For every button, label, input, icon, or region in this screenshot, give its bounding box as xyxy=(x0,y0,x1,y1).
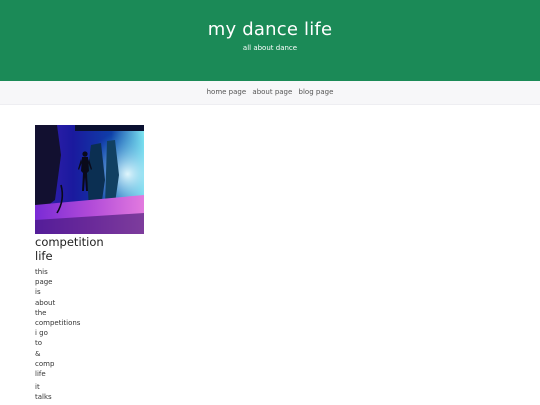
post-card: competition life this page is about the compe… xyxy=(35,125,145,403)
site-title: my dance life xyxy=(207,19,333,40)
nav-link-home[interactable]: home page xyxy=(207,88,247,97)
nav-links: home page about page blog page xyxy=(0,88,540,97)
nav-bar: home page about page blog page xyxy=(0,81,540,105)
post-paragraph-2: it talks xyxy=(35,382,145,402)
post-image[interactable] xyxy=(35,125,144,234)
post-text-line: the xyxy=(35,308,47,317)
post-title: competition life xyxy=(35,235,104,263)
post-text-line: is xyxy=(35,288,41,297)
post-text-line: page xyxy=(35,278,53,287)
nav-link-about[interactable]: about page xyxy=(252,88,292,97)
site-tagline: all about dance xyxy=(242,44,298,52)
post-paragraph-1: this page is about the competitions i go to & com… xyxy=(35,267,145,379)
post-body: this page is about the competitions i go to & com… xyxy=(35,267,145,403)
post-text-line: this xyxy=(35,268,48,276)
post-text-line: comp xyxy=(35,359,55,368)
post-text-line: about xyxy=(35,298,56,307)
nav-link-blog[interactable]: blog page xyxy=(299,88,334,97)
post-text-line: it xyxy=(35,383,40,392)
post-text-line: to xyxy=(35,339,43,348)
site-header: my dance life all about dance xyxy=(0,0,540,81)
post-text-line: i go xyxy=(35,329,48,338)
post-text-line: talks xyxy=(35,393,52,402)
post-text-line: competitions xyxy=(35,319,81,328)
post-text-line: life xyxy=(35,370,46,379)
post-text-line: & xyxy=(35,349,41,358)
